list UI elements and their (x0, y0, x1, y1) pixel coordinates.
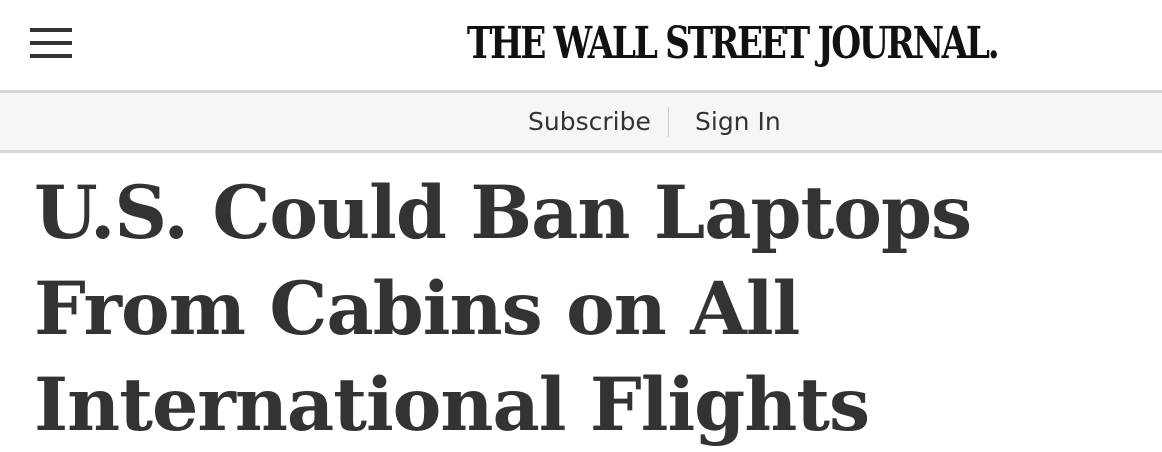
subscribe-link[interactable]: Subscribe (528, 93, 651, 150)
article-headline: U.S. Could Ban Laptops From Cabins on Al… (34, 170, 972, 448)
hamburger-menu-icon[interactable] (26, 24, 76, 64)
sign-in-link[interactable]: Sign In (695, 93, 781, 150)
menu-bar-top (30, 28, 72, 32)
wsj-logo[interactable]: THE WALL STREET JOURNAL. (467, 16, 1000, 72)
subscribe-bar: Subscribe Sign In (0, 90, 1162, 153)
menu-bar-bottom (30, 54, 72, 58)
subbar-divider (668, 107, 669, 137)
menu-bar-middle (30, 41, 72, 45)
site-header: THE WALL STREET JOURNAL. (0, 0, 1162, 90)
